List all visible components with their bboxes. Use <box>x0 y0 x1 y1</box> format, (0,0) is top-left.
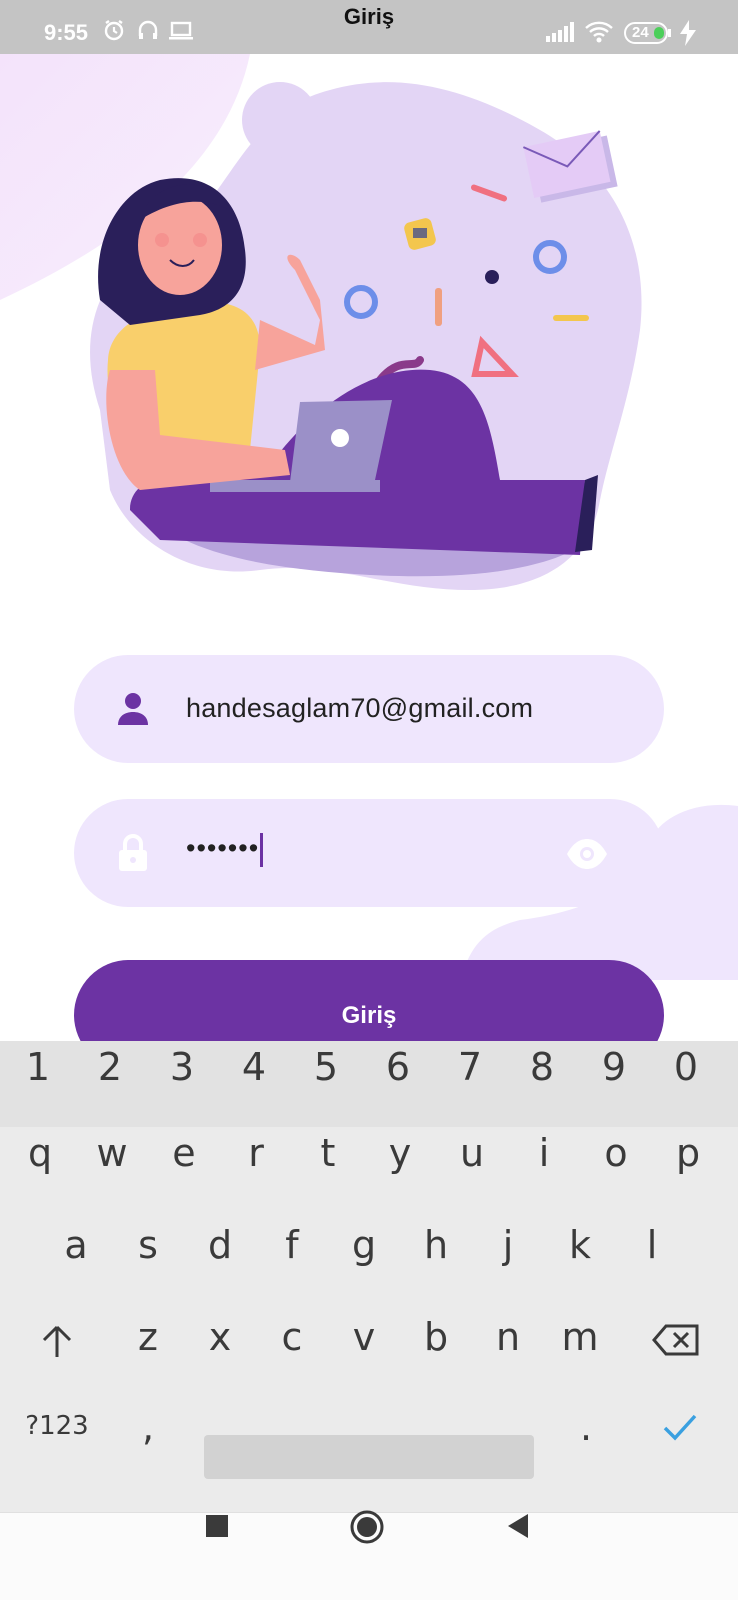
key-3[interactable]: 3 <box>152 1045 212 1089</box>
soft-keyboard: 1 2 3 4 5 6 7 8 9 0 q w e r t y u i o p … <box>0 1041 738 1512</box>
key-6[interactable]: 6 <box>368 1045 428 1089</box>
key-a[interactable]: a <box>46 1223 106 1267</box>
key-x[interactable]: x <box>190 1315 250 1359</box>
key-v[interactable]: v <box>334 1315 394 1359</box>
password-value: ••••••• <box>186 833 264 867</box>
key-8[interactable]: 8 <box>512 1045 572 1089</box>
key-q[interactable]: q <box>10 1131 70 1175</box>
key-k[interactable]: k <box>550 1223 610 1267</box>
hero-illustration <box>90 82 642 590</box>
key-b[interactable]: b <box>406 1315 466 1359</box>
key-s[interactable]: s <box>118 1223 178 1267</box>
shift-icon[interactable] <box>40 1323 74 1359</box>
key-0[interactable]: 0 <box>656 1045 716 1089</box>
key-symbols[interactable]: ?123 <box>20 1411 94 1441</box>
key-z[interactable]: z <box>118 1315 178 1359</box>
key-9[interactable]: 9 <box>584 1045 644 1089</box>
key-4[interactable]: 4 <box>224 1045 284 1089</box>
key-d[interactable]: d <box>190 1223 250 1267</box>
person-icon <box>118 693 148 725</box>
lock-icon <box>119 834 147 871</box>
wifi-icon <box>585 21 613 43</box>
back-icon[interactable] <box>506 1513 530 1539</box>
key-period[interactable]: . <box>556 1405 616 1449</box>
key-o[interactable]: o <box>586 1131 646 1175</box>
key-w[interactable]: w <box>82 1131 142 1175</box>
key-comma[interactable]: , <box>118 1405 178 1449</box>
key-l[interactable]: l <box>622 1223 682 1267</box>
key-1[interactable]: 1 <box>8 1045 68 1089</box>
password-field[interactable]: ••••••• <box>74 799 664 907</box>
checkmark-icon[interactable] <box>662 1413 698 1443</box>
login-button-label: Giriş <box>341 1002 397 1029</box>
key-j[interactable]: j <box>478 1223 538 1267</box>
key-5[interactable]: 5 <box>296 1045 356 1089</box>
key-7[interactable]: 7 <box>440 1045 500 1089</box>
eye-icon[interactable] <box>566 837 608 871</box>
key-c[interactable]: c <box>262 1315 322 1359</box>
text-caret <box>260 833 264 867</box>
recent-apps-icon[interactable] <box>205 1514 229 1538</box>
backspace-icon[interactable] <box>652 1323 700 1357</box>
key-i[interactable]: i <box>514 1131 574 1175</box>
key-t[interactable]: t <box>298 1131 358 1175</box>
key-2[interactable]: 2 <box>80 1045 140 1089</box>
key-y[interactable]: y <box>370 1131 430 1175</box>
key-n[interactable]: n <box>478 1315 538 1359</box>
key-e[interactable]: e <box>154 1131 214 1175</box>
key-space[interactable] <box>204 1435 534 1479</box>
key-m[interactable]: m <box>550 1315 610 1359</box>
key-u[interactable]: u <box>442 1131 502 1175</box>
email-value: handesaglam70@gmail.com <box>186 693 534 723</box>
battery-level: 24 <box>632 24 649 41</box>
key-p[interactable]: p <box>658 1131 718 1175</box>
email-field[interactable]: handesaglam70@gmail.com <box>74 655 664 763</box>
status-bar: 9:55 Giriş 24 <box>0 0 738 54</box>
key-f[interactable]: f <box>262 1223 322 1267</box>
navigation-bar <box>0 1509 738 1600</box>
signal-icon <box>546 22 574 42</box>
password-dots: ••••••• <box>186 833 260 864</box>
charging-icon <box>680 20 696 46</box>
key-g[interactable]: g <box>334 1223 394 1267</box>
key-r[interactable]: r <box>226 1131 286 1175</box>
key-h[interactable]: h <box>406 1223 466 1267</box>
home-icon[interactable] <box>349 1509 385 1545</box>
